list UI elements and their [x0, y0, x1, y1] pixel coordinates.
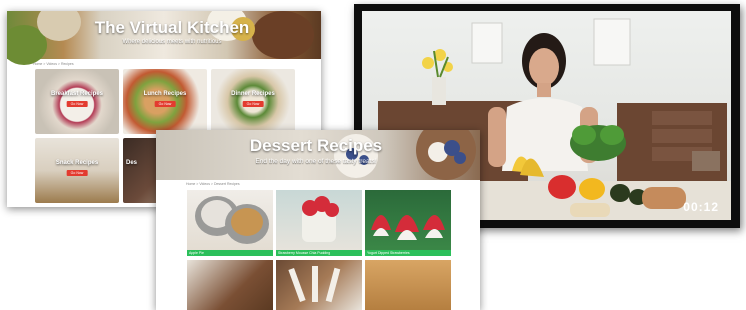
apple-pie-image — [195, 196, 269, 244]
apple-pie-card[interactable]: Apple Pie — [187, 190, 273, 256]
card-label: Lunch Recipes — [143, 91, 187, 97]
snack-recipes-card[interactable]: Snack Recipes Go Now — [35, 138, 119, 203]
breakfast-recipes-card[interactable]: Breakfast Recipes Go Now — [35, 69, 119, 134]
go-now-button[interactable]: Go Now — [66, 101, 88, 107]
dessert-card-4[interactable] — [187, 260, 273, 310]
dessert-hero: Dessert Recipes End the day with one of … — [156, 130, 480, 180]
virtual-kitchen-breadcrumb[interactable]: Home > Videos > Recipes — [33, 62, 74, 66]
card-caption-bar: Yogurt Dipped Strawberries — [365, 250, 451, 256]
virtual-kitchen-subtitle: Where delicious meets with nutritious — [122, 39, 222, 45]
dessert-title: Dessert Recipes — [249, 136, 383, 155]
go-now-button[interactable]: Go Now — [66, 170, 88, 176]
card-caption: Apple Pie — [189, 251, 204, 255]
card-label: Breakfast Recipes — [50, 91, 104, 97]
dessert-card-6[interactable] — [365, 260, 451, 310]
strawberry-mousse-image — [302, 196, 339, 242]
card-label: Snack Recipes — [55, 160, 99, 166]
dessert-recipes-screenshot: Dessert Recipes End the day with one of … — [156, 130, 480, 310]
dessert-card-5[interactable] — [276, 260, 362, 310]
card-label: Dinner Recipes — [231, 91, 275, 97]
card-caption: Strawberry Mousse Chia Pudding — [278, 251, 331, 255]
card-caption-bar: Apple Pie — [187, 250, 273, 256]
card-caption: Yogurt Dipped Strawberries — [367, 251, 410, 255]
dessert-breadcrumb[interactable]: Home > Videos > Dessert Recipes — [186, 182, 240, 186]
yogurt-strawberries-image — [371, 215, 445, 240]
dessert-subtitle: End the day with one of these tasty trea… — [255, 158, 377, 165]
yogurt-strawberries-card[interactable]: Yogurt Dipped Strawberries — [365, 190, 451, 256]
virtual-kitchen-title: The Virtual Kitchen — [94, 18, 250, 37]
lunch-recipes-card[interactable]: Lunch Recipes Go Now — [123, 69, 207, 134]
go-now-button[interactable]: Go Now — [154, 101, 176, 107]
dinner-recipes-card[interactable]: Dinner Recipes Go Now — [211, 69, 295, 134]
go-now-button[interactable]: Go Now — [242, 101, 264, 107]
card-caption-bar: Strawberry Mousse Chia Pudding — [276, 250, 362, 256]
virtual-kitchen-hero: The Virtual Kitchen Where delicious meet… — [7, 11, 321, 65]
strawberry-mousse-card[interactable]: Strawberry Mousse Chia Pudding — [276, 190, 362, 256]
dessert-card-5-image — [288, 266, 341, 303]
video-timestamp: 00:12 — [683, 200, 719, 214]
